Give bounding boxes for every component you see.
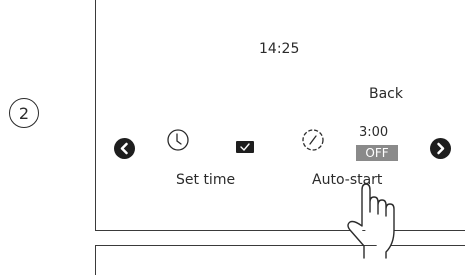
- back-button[interactable]: Back: [369, 86, 403, 102]
- pointing-hand-icon: [342, 178, 404, 263]
- status-badge: OFF: [356, 145, 398, 161]
- device-screen: 14:25 Back 3:00 OFF Set time Auto-start: [95, 0, 465, 231]
- chevron-right-icon[interactable]: [430, 138, 451, 159]
- timer-dial-icon[interactable]: [301, 128, 325, 156]
- clock-icon[interactable]: [166, 128, 190, 156]
- step-number: 2: [9, 98, 39, 128]
- duration-value: 3:00: [359, 125, 389, 140]
- clock-display: 14:25: [259, 41, 300, 57]
- step-number-label: 2: [18, 103, 30, 123]
- set-time-label[interactable]: Set time: [176, 172, 235, 188]
- check-icon[interactable]: [236, 138, 254, 157]
- chevron-left-icon[interactable]: [114, 138, 135, 159]
- next-screen-frame: [95, 245, 465, 275]
